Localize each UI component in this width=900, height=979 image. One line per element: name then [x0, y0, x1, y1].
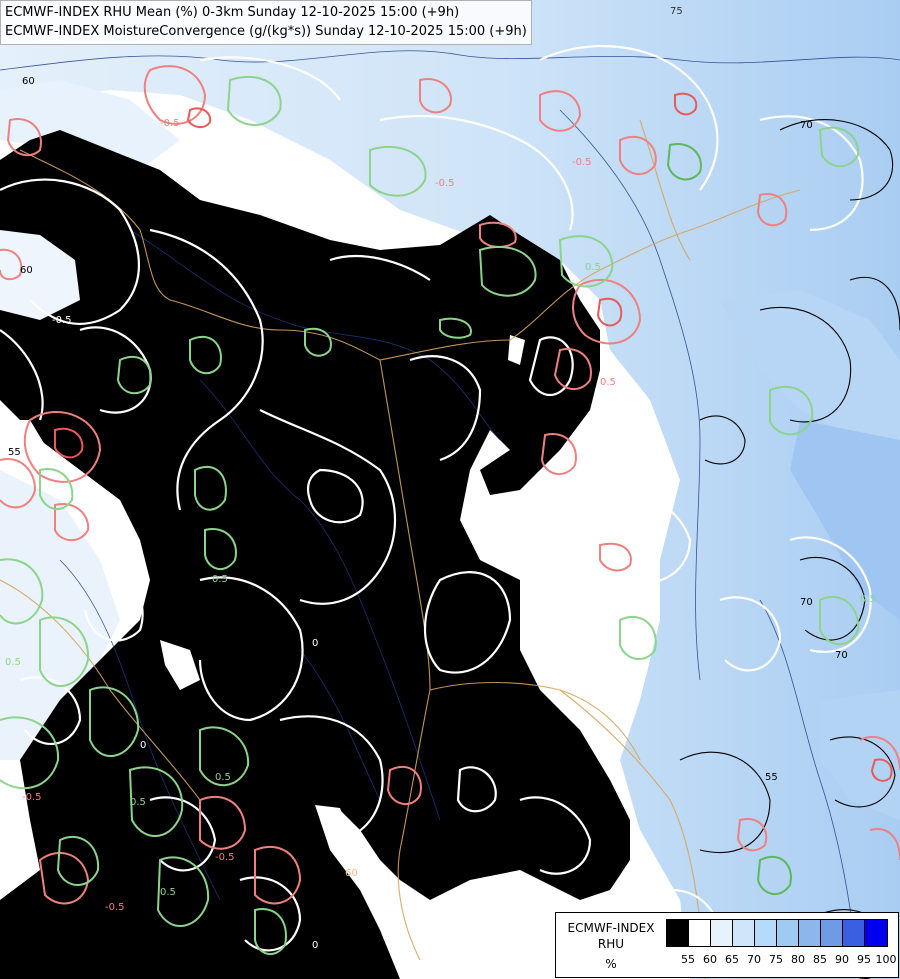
contour-label: 0.5: [5, 657, 21, 668]
legend-tick-label: 100: [875, 953, 897, 966]
legend-ticks: 55 60 65 70 75 80 85 90 95 100: [666, 953, 897, 969]
contour-label: 0.5: [600, 377, 616, 388]
contour-label: 60: [345, 868, 358, 879]
contour-label: -0.5: [215, 852, 235, 863]
legend-swatch: [843, 920, 865, 946]
contour-label: 0.5: [215, 772, 231, 783]
contour-label: -0.5: [22, 792, 42, 803]
legend-swatch: [733, 920, 755, 946]
legend-tick-label: 70: [747, 953, 761, 966]
legend-tick-label: 85: [813, 953, 827, 966]
contour-label: -0.5: [52, 315, 72, 326]
contour-label: 70: [800, 120, 813, 131]
contour-label: 0.5: [860, 594, 876, 605]
contour-label: 0.5: [160, 887, 176, 898]
contour-label: 0: [312, 638, 318, 649]
legend-swatch: [667, 920, 689, 946]
contour-label: 0.5: [585, 262, 601, 273]
contour-label: 0.5: [212, 574, 228, 585]
map-title-line-2: ECMWF-INDEX MoistureConvergence (g/(kg*s…: [5, 24, 527, 39]
contour-label: 0: [312, 940, 318, 951]
weather-map: 75 70 60 60 -0.5 0.5 -0.5 0.5 -0.5 0.5 5…: [0, 0, 900, 979]
contour-label: 70: [800, 597, 813, 608]
contour-label: -0.5: [572, 157, 592, 168]
legend-tick-label: 55: [681, 953, 695, 966]
legend-swatch: [799, 920, 821, 946]
contour-label: -0.5: [105, 902, 125, 913]
contour-label: -0.5: [160, 118, 180, 129]
legend-swatch: [755, 920, 777, 946]
legend-tick-label: 75: [769, 953, 783, 966]
contour-label: 0: [140, 740, 146, 751]
legend-swatch: [711, 920, 733, 946]
contour-label: 55: [8, 447, 21, 458]
contour-label: 55: [765, 772, 778, 783]
map-title-line-1: ECMWF-INDEX RHU Mean (%) 0-3km Sunday 12…: [5, 5, 460, 20]
legend-title-line-1: ECMWF-INDEX: [567, 921, 655, 935]
contour-label: -0.5: [435, 178, 455, 189]
legend-unit: %: [605, 957, 617, 971]
contour-label: 0.5: [130, 797, 146, 808]
legend-tick-label: 60: [703, 953, 717, 966]
contour-label: 75: [670, 6, 683, 17]
legend-swatch: [777, 920, 799, 946]
legend-title-line-2: RHU: [597, 937, 625, 951]
legend-tick-label: 95: [857, 953, 871, 966]
legend-colorbar: [666, 919, 888, 947]
legend-swatch: [689, 920, 711, 946]
contour-label: 60: [20, 265, 33, 276]
map-title-box: ECMWF-INDEX RHU Mean (%) 0-3km Sunday 12…: [0, 0, 532, 45]
legend-swatch: [865, 920, 887, 946]
legend-tick-label: 80: [791, 953, 805, 966]
contour-label: 60: [22, 76, 35, 87]
legend-swatch: [821, 920, 843, 946]
legend-tick-label: 90: [835, 953, 849, 966]
legend-tick-label: 65: [725, 953, 739, 966]
contour-label: 70: [835, 650, 848, 661]
rhu-legend: ECMWF-INDEX RHU % 55 60 65 70 75 80 85 90 95 100: [555, 912, 899, 978]
